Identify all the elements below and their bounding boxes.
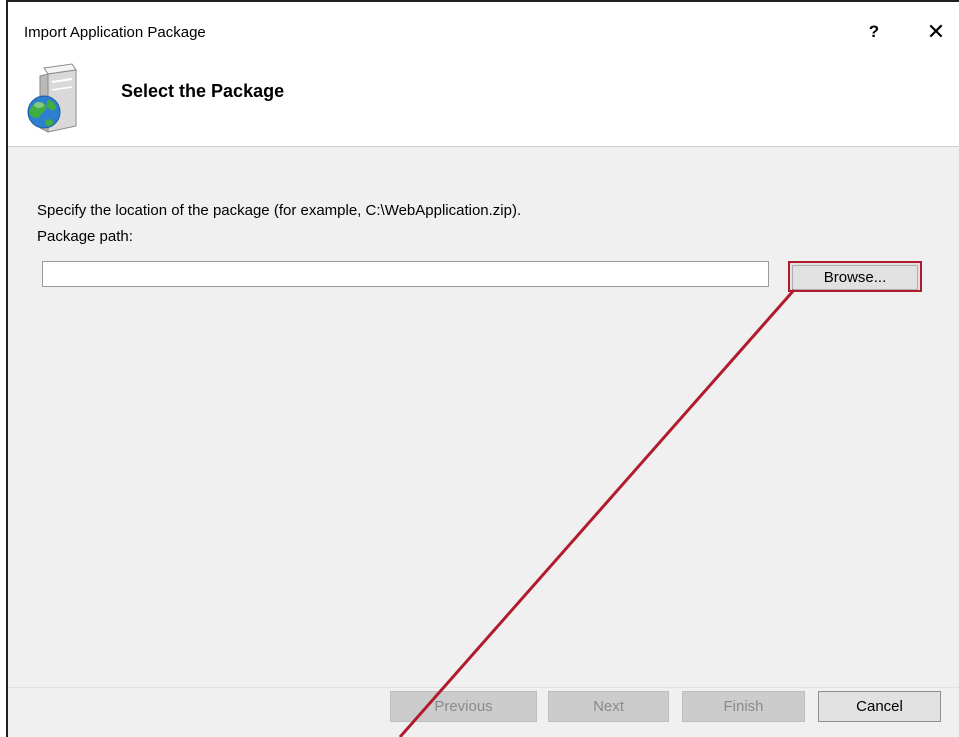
import-application-package-dialog: Import Application Package ? ✕ Select th… [6,0,959,737]
package-globe-icon [27,63,77,133]
cancel-button[interactable]: Cancel [818,691,941,722]
help-button[interactable]: ? [860,18,888,46]
page-title: Select the Package [121,81,285,101]
package-location-description: Specify the location of the package (for… [37,202,522,219]
previous-button[interactable]: Previous [390,691,537,722]
browse-button[interactable]: Browse... [788,261,922,292]
close-button[interactable]: ✕ [922,18,950,46]
package-path-input[interactable] [42,261,769,287]
wizard-content: Specify the location of the package (for… [8,147,959,737]
title-bar: Import Application Package ? ✕ [8,2,959,60]
window-title: Import Application Package [24,24,206,41]
next-button[interactable]: Next [548,691,669,722]
package-path-label: Package path: [37,228,133,245]
wizard-header: Select the Package [8,60,959,147]
footer-divider [8,687,959,688]
finish-button[interactable]: Finish [682,691,805,722]
browse-button-label: Browse... [792,265,918,290]
